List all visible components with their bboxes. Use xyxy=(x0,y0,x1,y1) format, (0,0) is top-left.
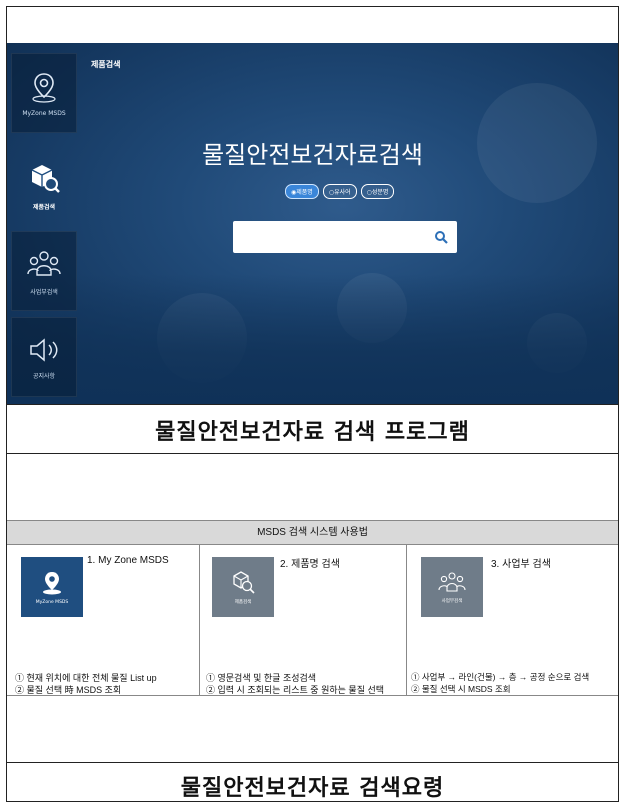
sidebar: MyZone MSDS 제품검색 사업부검색 공지사항 xyxy=(7,49,81,404)
cube-search-icon xyxy=(233,571,255,594)
guide-line: ② 물질 선택 시 MSDS 조회 xyxy=(411,684,511,694)
guide-column-myzone: MyZone MSDS 1. My Zone MSDS ① 현재 위치에 대한 … xyxy=(7,545,200,695)
usage-guide-table: MSDS 검색 시스템 사용법 MyZone MSDS 1. My Zone M… xyxy=(7,520,618,696)
guide-title: 1. My Zone MSDS xyxy=(87,555,169,566)
guide-thumb: MyZone MSDS xyxy=(21,557,83,617)
sidebar-item-myzone[interactable]: MyZone MSDS xyxy=(11,53,77,133)
guide-column-product: 제품검색 2. 제품명 검색 ① 영문검색 및 한글 조성검색 ② 입력 시 조… xyxy=(200,545,407,695)
guide-line: ② 입력 시 조회되는 리스트 중 원하는 물질 선택 xyxy=(206,685,385,695)
guide-line: ② 물질 선택 時 MSDS 조회 xyxy=(15,685,122,695)
msds-search-app-screenshot: MyZone MSDS 제품검색 사업부검색 공지사항 제품검색 물질안전보건자… xyxy=(7,43,618,404)
guide-column-division: 사업부검색 3. 사업부 검색 ① 사업부 → 라인(건물) → 층 → 공정 … xyxy=(407,545,618,695)
guide-title: 3. 사업부 검색 xyxy=(491,559,551,570)
caption-guide: 물질안전보건자료 검색요령 xyxy=(180,776,445,801)
search-icon xyxy=(435,231,448,244)
guide-thumb: 사업부검색 xyxy=(421,557,483,617)
caption-program: 물질안전보건자료 검색 프로그램 xyxy=(155,420,470,445)
page-title: 물질안전보건자료검색 xyxy=(202,141,423,169)
map-pin-icon xyxy=(32,72,56,103)
radio-product-name[interactable]: ◉제품명 xyxy=(285,184,319,199)
speaker-icon xyxy=(30,337,58,362)
sidebar-item-label: 사업부검색 xyxy=(30,288,58,296)
sidebar-item-division-search[interactable]: 사업부검색 xyxy=(11,231,77,311)
people-icon xyxy=(27,250,61,276)
radio-synonym[interactable]: ○유사어 xyxy=(322,184,357,199)
search-button[interactable] xyxy=(425,221,457,253)
document-frame: MyZone MSDS 제품검색 사업부검색 공지사항 제품검색 물질안전보건자… xyxy=(6,6,619,802)
search-input[interactable] xyxy=(233,221,457,253)
sidebar-item-label: 공지사항 xyxy=(32,372,56,380)
people-icon xyxy=(438,572,466,592)
sidebar-item-notice[interactable]: 공지사항 xyxy=(11,317,77,397)
sidebar-item-label: 제품검색 xyxy=(32,203,56,211)
guide-thumb: 제품검색 xyxy=(212,557,274,617)
breadcrumb: 제품검색 xyxy=(91,60,121,69)
guide-header: MSDS 검색 시스템 사용법 xyxy=(7,521,618,545)
guide-line: ① 사업부 → 라인(건물) → 층 → 공정 순으로 검색 xyxy=(411,672,590,682)
sidebar-item-label: MyZone MSDS xyxy=(22,109,66,117)
guide-title: 2. 제품명 검색 xyxy=(280,559,340,570)
radio-ingredient[interactable]: ○성분명 xyxy=(360,184,395,199)
search-type-radio-group: ◉제품명 ○유사어 ○성분명 xyxy=(285,184,395,199)
map-pin-icon xyxy=(43,571,61,594)
